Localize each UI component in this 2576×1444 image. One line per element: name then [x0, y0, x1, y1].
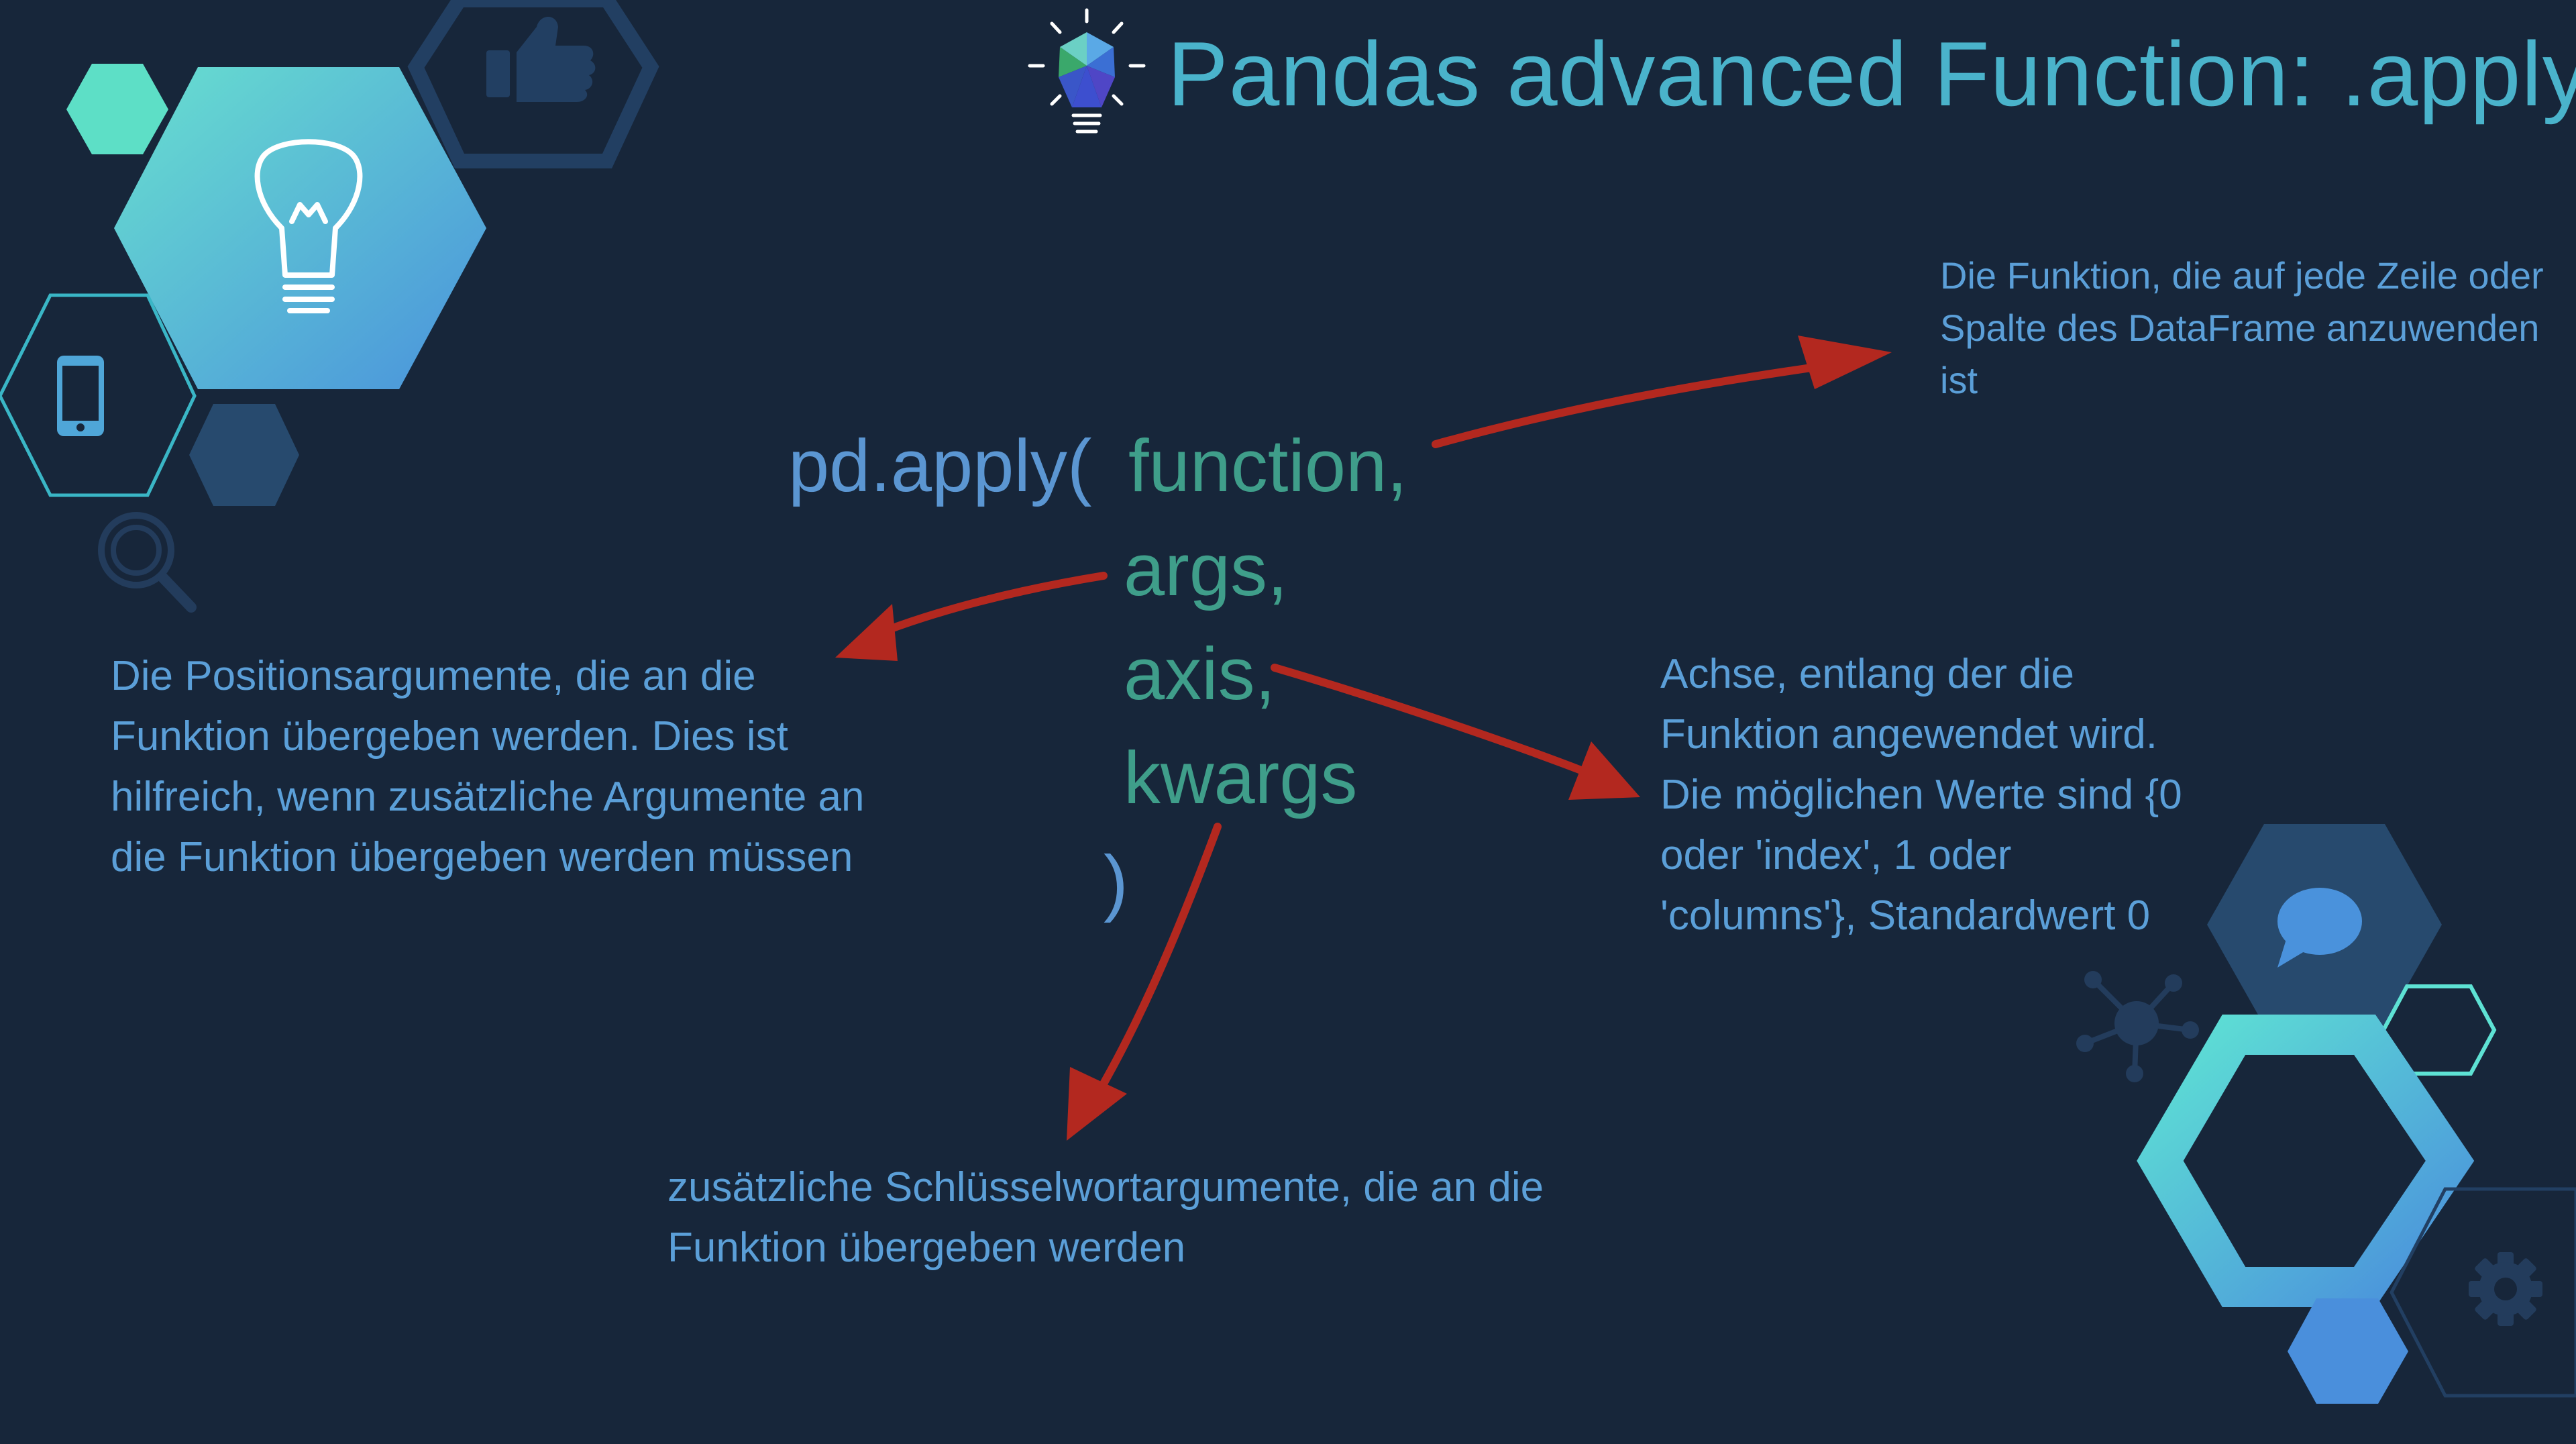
arrow-axis: [1271, 664, 1597, 779]
arrowhead-function: [1798, 336, 1892, 389]
arrow-args: [881, 572, 1108, 635]
arrow-function: [1432, 360, 1842, 448]
slide: Pandas advanced Function: .apply pd.appl…: [0, 0, 2576, 1444]
arrowhead-kwargs: [1067, 1067, 1127, 1141]
annotation-arrows: [835, 336, 1892, 1141]
arrow-kwargs: [1086, 823, 1222, 1111]
arrowhead-args: [835, 604, 898, 661]
